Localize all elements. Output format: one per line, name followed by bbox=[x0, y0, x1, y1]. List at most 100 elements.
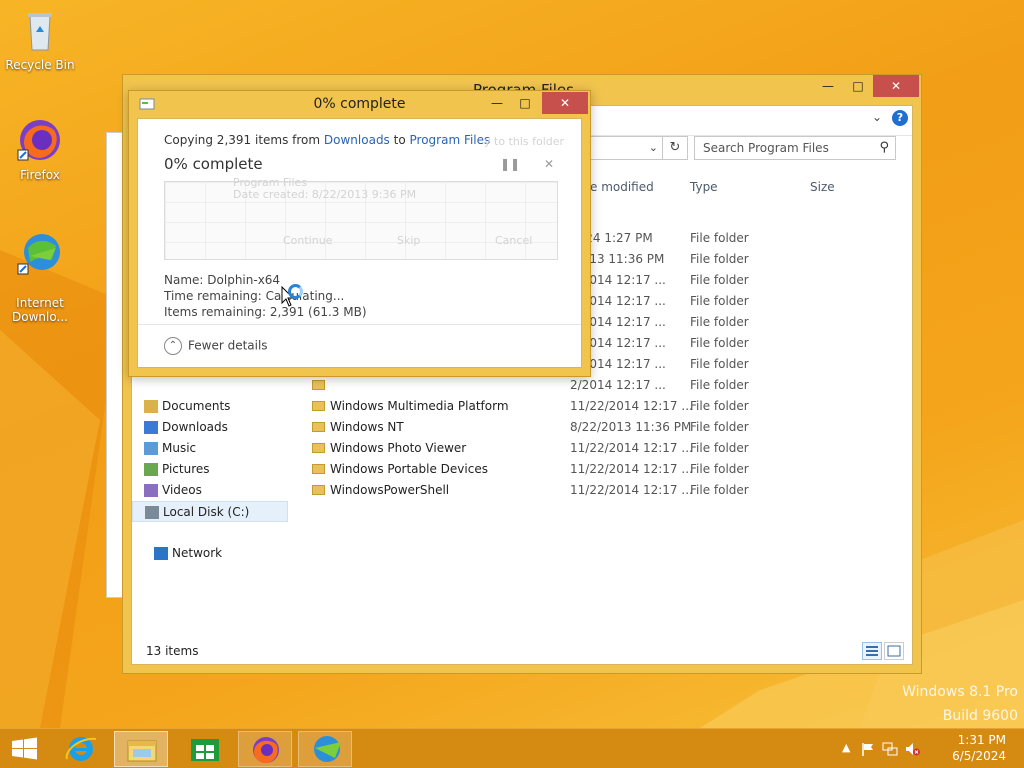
nav-folder-icon bbox=[145, 506, 159, 519]
pause-button[interactable]: ❚❚ bbox=[500, 157, 520, 171]
explorer-close-button[interactable]: ✕ bbox=[873, 75, 919, 97]
taskbar-file-explorer[interactable] bbox=[114, 731, 168, 767]
firefox-taskbar-icon bbox=[253, 737, 279, 763]
dialog-close-button[interactable]: ✕ bbox=[542, 92, 588, 114]
internet-explorer-icon bbox=[65, 737, 97, 761]
start-button[interactable] bbox=[0, 731, 50, 767]
nav-item-label: Documents bbox=[162, 399, 231, 413]
network-icon[interactable] bbox=[882, 741, 898, 757]
file-type: File folder bbox=[690, 231, 749, 245]
file-type: File folder bbox=[690, 462, 749, 476]
file-date: 2/2014 12:17 ... bbox=[570, 378, 666, 392]
recycle-bin-shortcut[interactable]: Recycle Bin bbox=[2, 6, 78, 72]
clock-time: 1:31 PM bbox=[957, 733, 1006, 747]
fewer-details-button[interactable]: ⌃ Fewer details bbox=[164, 337, 268, 355]
file-name: Windows Multimedia Platform bbox=[330, 399, 509, 413]
address-dropdown[interactable]: ⌄ bbox=[588, 136, 662, 160]
chevron-up-icon: ⌃ bbox=[164, 337, 182, 355]
file-type: File folder bbox=[690, 252, 749, 266]
nav-item-music[interactable]: Music bbox=[144, 438, 197, 459]
folder-icon bbox=[312, 443, 325, 453]
dialog-divider bbox=[138, 324, 581, 325]
action-center-flag-icon[interactable] bbox=[860, 741, 876, 757]
nav-item-label: Pictures bbox=[162, 462, 210, 476]
taskbar-store[interactable] bbox=[178, 731, 232, 767]
copy-destination-link[interactable]: Program Files bbox=[410, 133, 491, 147]
file-type: File folder bbox=[690, 399, 749, 413]
name-line: Name: Dolphin-x64 bbox=[164, 273, 280, 287]
file-explorer-icon bbox=[127, 740, 157, 762]
nav-item-label: Network bbox=[172, 546, 223, 560]
ghost-folder-text: y to this folder bbox=[484, 135, 565, 148]
chevron-down-icon[interactable]: ⌄ bbox=[872, 110, 882, 124]
globe-download-icon bbox=[17, 234, 60, 275]
firefox-shortcut[interactable]: Firefox bbox=[2, 116, 78, 182]
taskbar-internet-download-manager[interactable] bbox=[298, 731, 352, 767]
recycle-bin-icon bbox=[28, 13, 52, 51]
taskbar-firefox[interactable] bbox=[238, 731, 292, 767]
clock-date: 6/5/2024 bbox=[952, 749, 1006, 763]
large-icons-view-button[interactable] bbox=[884, 642, 904, 660]
windows-logo-icon bbox=[12, 737, 37, 760]
search-icon: ⚲ bbox=[879, 140, 889, 155]
percent-complete: 0% complete bbox=[164, 155, 263, 173]
refresh-button[interactable]: ↻ bbox=[662, 136, 688, 160]
dialog-maximize-button[interactable]: □ bbox=[510, 92, 540, 114]
explorer-maximize-button[interactable]: □ bbox=[843, 75, 873, 97]
file-date: 11/22/2014 12:17 ... bbox=[570, 483, 693, 497]
items-remaining-label: Items remaining: bbox=[164, 305, 267, 319]
fewer-details-label: Fewer details bbox=[188, 338, 268, 353]
nav-item-pictures[interactable]: Pictures bbox=[144, 459, 210, 480]
idm-taskbar-icon bbox=[314, 736, 341, 762]
nav-item-videos[interactable]: Videos bbox=[144, 480, 202, 501]
folder-icon bbox=[312, 422, 325, 432]
nav-item-documents[interactable]: Documents bbox=[144, 396, 231, 417]
nav-item-local-disk-c[interactable]: Local Disk (C:) bbox=[132, 501, 288, 522]
internet-download-manager-shortcut[interactable]: Internet Downlo... bbox=[2, 216, 78, 324]
nav-item-label: Music bbox=[162, 441, 197, 455]
copy-prefix: Copying 2,391 items from bbox=[164, 133, 324, 147]
nav-item-downloads[interactable]: Downloads bbox=[144, 417, 228, 438]
folder-icon bbox=[312, 464, 325, 474]
cancel-copy-button[interactable]: ✕ bbox=[544, 157, 554, 171]
firefox-label: Firefox bbox=[20, 168, 60, 182]
folder-icon bbox=[312, 380, 325, 390]
name-value: Dolphin-x64 bbox=[207, 273, 281, 287]
file-name: Windows Photo Viewer bbox=[330, 441, 467, 455]
dialog-body: Copying 2,391 items from Downloads to Pr… bbox=[137, 118, 582, 368]
help-icon[interactable]: ? bbox=[892, 110, 908, 126]
ghost-date-created: Date created: 8/22/2013 9:36 PM bbox=[233, 188, 417, 201]
nav-item-label: Local Disk (C:) bbox=[163, 505, 250, 519]
column-size[interactable]: Size bbox=[810, 176, 835, 198]
copy-mid: to bbox=[389, 133, 410, 147]
copy-source-link[interactable]: Downloads bbox=[324, 133, 390, 147]
nav-item-label: Downloads bbox=[162, 420, 228, 434]
file-date: 11/22/2014 12:17 ... bbox=[570, 462, 693, 476]
search-box[interactable]: Search Program Files ⚲ bbox=[694, 136, 896, 160]
copy-progress-dialog: 0% complete — □ ✕ Copying 2,391 items fr… bbox=[128, 90, 591, 377]
dialog-minimize-button[interactable]: — bbox=[482, 92, 512, 114]
details-view-button[interactable] bbox=[862, 642, 882, 660]
show-hidden-icons-chevron-icon[interactable]: ▲ bbox=[842, 741, 850, 754]
details-view-icon bbox=[866, 646, 878, 656]
file-type: File folder bbox=[690, 441, 749, 455]
nav-folder-icon bbox=[144, 463, 158, 476]
search-input[interactable]: Search Program Files bbox=[703, 141, 829, 155]
status-item-count: 13 items bbox=[146, 644, 199, 658]
column-type[interactable]: Type bbox=[690, 176, 718, 198]
windows-edition-watermark: Windows 8.1 Pro bbox=[902, 684, 1018, 700]
taskbar-clock[interactable]: 1:31 PM 6/5/2024 bbox=[952, 732, 1006, 764]
column-date-modified[interactable]: e modified bbox=[590, 176, 654, 198]
file-type: File folder bbox=[690, 273, 749, 287]
explorer-minimize-button[interactable]: — bbox=[813, 75, 843, 97]
taskbar-internet-explorer[interactable] bbox=[54, 731, 108, 767]
file-date: 11/22/2014 12:17 ... bbox=[570, 399, 693, 413]
speaker-muted-icon[interactable] bbox=[904, 741, 920, 757]
file-type: File folder bbox=[690, 483, 749, 497]
folder-icon bbox=[312, 401, 325, 411]
large-icons-view-icon bbox=[887, 645, 901, 657]
nav-item-network[interactable]: Network bbox=[154, 543, 223, 564]
system-tray: ▲ 1:31 PM 6/5/2024 bbox=[834, 729, 1024, 768]
nav-folder-icon bbox=[144, 442, 158, 455]
file-type: File folder bbox=[690, 294, 749, 308]
